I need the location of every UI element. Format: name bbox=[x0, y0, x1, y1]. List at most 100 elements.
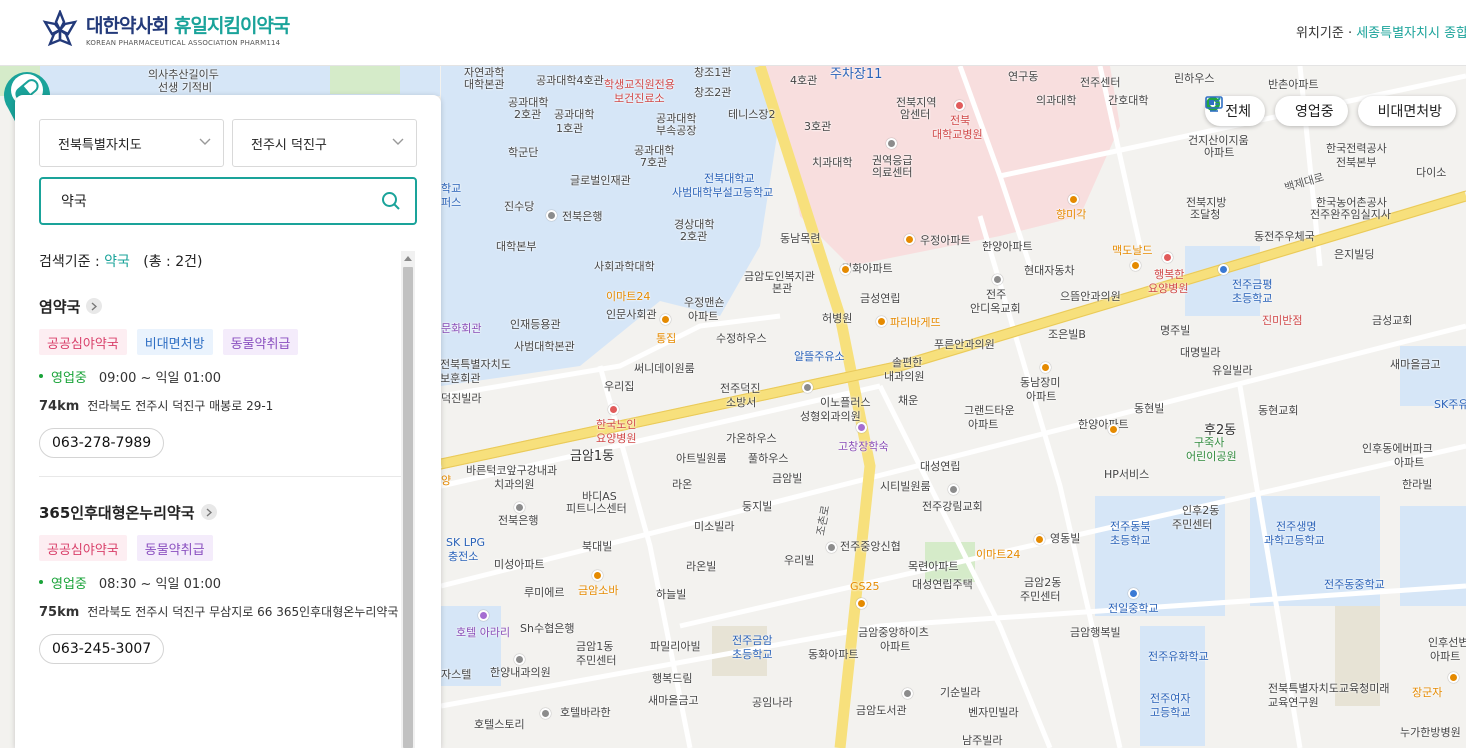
map-label: 다이소 bbox=[1416, 166, 1447, 179]
map-label: 치과의원 bbox=[494, 478, 535, 491]
poi-icon[interactable] bbox=[802, 382, 813, 393]
status-dot-icon bbox=[39, 580, 43, 584]
map-label: 가온하우스 bbox=[726, 432, 777, 445]
filter-remote-prescription-button[interactable]: 비대면처방 bbox=[1205, 96, 1456, 126]
district-select[interactable]: 전주시 덕진구 bbox=[232, 119, 417, 167]
pharmacy-name[interactable]: 365인후대형온누리약국 bbox=[39, 501, 401, 523]
map-label: 금성교회 bbox=[1372, 314, 1413, 327]
poi-icon[interactable] bbox=[902, 688, 913, 699]
map-label: 요양병원 bbox=[1148, 282, 1189, 295]
apartment-icon[interactable] bbox=[840, 264, 851, 275]
map-label: 인후선변 bbox=[1428, 636, 1466, 649]
map-label: 선생 기적비 bbox=[158, 81, 213, 94]
convenience-store-icon[interactable] bbox=[856, 598, 867, 609]
map-label: 영동빌 bbox=[1050, 532, 1081, 545]
province-select[interactable]: 전북특별자치도 bbox=[39, 119, 224, 167]
map-label: 동화아파트 bbox=[808, 648, 859, 661]
apartment-icon[interactable] bbox=[1108, 424, 1119, 435]
logo[interactable]: 대한약사회 휴일지킴이약국 KOREAN PHARMACEUTICAL ASSO… bbox=[42, 10, 290, 48]
map-label: 구죽사 bbox=[1194, 436, 1225, 449]
map-label: 인후동에버파크 bbox=[1362, 442, 1433, 455]
search-input[interactable]: 약국 bbox=[39, 177, 417, 225]
map-label: 전북은행 bbox=[562, 210, 603, 223]
map-label: 초등학교 bbox=[732, 648, 773, 661]
map-label: 부속공장 bbox=[656, 124, 697, 137]
filter-open-button[interactable]: 영업중 bbox=[1206, 96, 1348, 126]
map-label: GS25 bbox=[850, 580, 880, 593]
dormitory-icon[interactable] bbox=[856, 422, 867, 433]
hospital-icon[interactable] bbox=[1162, 252, 1173, 263]
map-label: 누가한방병원 bbox=[1400, 726, 1461, 739]
hotel-icon[interactable] bbox=[540, 708, 551, 719]
map-label: 향미각 bbox=[1056, 208, 1087, 221]
map-label: 전주유화학교 bbox=[1148, 650, 1209, 663]
map-label: 어린이공원 bbox=[1186, 450, 1237, 463]
bank-icon[interactable] bbox=[546, 210, 557, 221]
result-summary: 검색기준 : 약국 (총 : 2건) bbox=[39, 254, 203, 270]
school-icon[interactable] bbox=[1128, 588, 1139, 599]
hotel-icon[interactable] bbox=[478, 610, 489, 621]
list-item[interactable]: 염약국 공공심야약국 비대면처방 동물약취급 영업중 09:00 ~ 익일 01… bbox=[39, 295, 401, 458]
map-label: 알뜰주유소 bbox=[794, 350, 845, 363]
map-label: 주민센터 bbox=[1172, 518, 1213, 531]
search-icon[interactable] bbox=[381, 191, 401, 211]
phone-button[interactable]: 063-245-3007 bbox=[39, 634, 165, 664]
list-item[interactable]: 365인후대형온누리약국 공공심야약국 동물약취급 영업중 08:30 ~ 익일… bbox=[39, 501, 401, 664]
chevron-right-icon[interactable] bbox=[86, 298, 103, 314]
apartment-icon[interactable] bbox=[1040, 362, 1051, 373]
map-label: 전북은행 bbox=[498, 514, 539, 527]
map-label: 사회과학대학 bbox=[594, 260, 655, 273]
poi-icon[interactable] bbox=[992, 274, 1003, 285]
pharmacy-name[interactable]: 염약국 bbox=[39, 295, 401, 317]
logo-title: 대한약사회 휴일지킴이약국 bbox=[86, 15, 290, 37]
hospital-icon[interactable] bbox=[954, 100, 965, 111]
business-hours: 영업중 08:30 ~ 익일 01:00 bbox=[39, 573, 401, 592]
filter-bar: 전체 영업중 비대면처방 bbox=[1205, 96, 1456, 126]
status-dot-icon bbox=[39, 374, 43, 378]
business-hours: 영업중 09:00 ~ 익일 01:00 bbox=[39, 367, 401, 386]
app-header: 대한약사회 휴일지킴이약국 KOREAN PHARMACEUTICAL ASSO… bbox=[0, 0, 1466, 66]
tag: 동물약취급 bbox=[222, 329, 299, 355]
map-label: 호텔스토리 bbox=[474, 718, 525, 731]
bank-icon[interactable] bbox=[514, 502, 525, 513]
map-label: 1호관 bbox=[556, 122, 584, 135]
map-label: 주민센터 bbox=[576, 654, 617, 667]
location-label: 위치기준 · bbox=[1295, 26, 1357, 41]
restaurant-icon[interactable] bbox=[1448, 672, 1459, 683]
bank-icon[interactable] bbox=[514, 654, 525, 665]
phone-button[interactable]: 063-278-7989 bbox=[39, 428, 165, 458]
map-label: 창조1관 bbox=[694, 66, 732, 79]
restaurant-icon[interactable] bbox=[1130, 260, 1141, 271]
map-label: 파리바게뜨 bbox=[890, 316, 941, 329]
map-label: 라온 bbox=[672, 478, 693, 491]
school-icon[interactable] bbox=[1218, 264, 1229, 275]
bank-icon[interactable] bbox=[826, 542, 837, 553]
restaurant-icon[interactable] bbox=[592, 570, 603, 581]
location-basis[interactable]: 위치기준 · 세종특별자치시 종합 bbox=[1296, 22, 1466, 41]
location-city[interactable]: 세종특별자치시 종합 bbox=[1356, 26, 1466, 41]
scrollbar-thumb[interactable] bbox=[403, 267, 413, 748]
map-label: 금암빌 bbox=[772, 472, 803, 485]
poi-icon[interactable] bbox=[886, 138, 897, 149]
map-label: 전주동북 bbox=[1110, 520, 1151, 533]
apartment-icon[interactable] bbox=[1034, 534, 1045, 545]
map-label: 대학본부 bbox=[496, 240, 537, 253]
church-icon[interactable] bbox=[948, 484, 959, 495]
map-label: 전주동중학교 bbox=[1324, 578, 1385, 591]
map-label: 학교 bbox=[441, 182, 462, 195]
scroll-up-arrow-icon[interactable] bbox=[401, 251, 415, 265]
map-label: 미소빌라 bbox=[694, 520, 735, 533]
map-label: 금암중앙하이츠 bbox=[858, 626, 929, 639]
map-label: 사범대학부설고등학교 bbox=[672, 186, 774, 199]
chevron-down-icon bbox=[392, 138, 404, 145]
map-label: 하늘빌 bbox=[656, 588, 687, 601]
chevron-right-icon[interactable] bbox=[200, 504, 217, 520]
bakery-icon[interactable] bbox=[876, 316, 887, 327]
restaurant-icon[interactable] bbox=[1068, 194, 1079, 205]
map-label: 3호관 bbox=[804, 120, 832, 133]
map-label: 전주덕진 bbox=[720, 382, 761, 395]
hospital-icon[interactable] bbox=[608, 404, 619, 415]
apartment-icon[interactable] bbox=[904, 234, 915, 245]
map-label: 한국노인 bbox=[596, 418, 637, 431]
restaurant-icon[interactable] bbox=[660, 314, 671, 325]
